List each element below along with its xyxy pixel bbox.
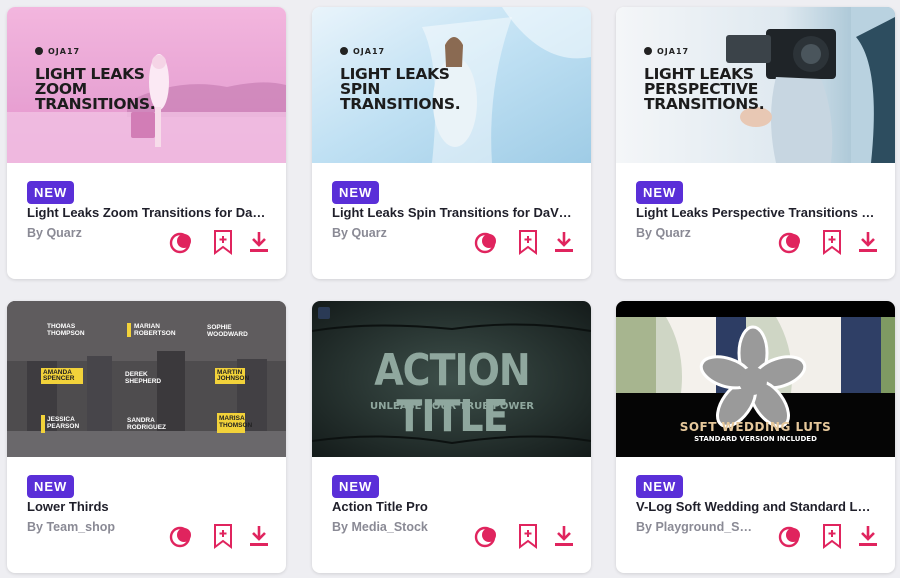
new-badge: NEW — [332, 181, 380, 204]
card-title[interactable]: Lower Thirds — [27, 499, 267, 515]
download-icon[interactable] — [551, 229, 577, 255]
bookmark-add-icon[interactable] — [819, 523, 845, 549]
card-title[interactable]: Light Leaks Spin Transitions for DaVinci… — [332, 205, 572, 221]
preview-toggle-icon[interactable] — [169, 523, 195, 549]
bookmark-add-icon[interactable] — [515, 523, 541, 549]
overlay-title-line: TRANSITIONS. — [644, 95, 765, 113]
lower-third-name: AMANDA SPENCER — [43, 369, 75, 382]
card-author[interactable]: By Media_Stock — [332, 519, 452, 535]
card-title[interactable]: V-Log Soft Wedding and Standard LUTs — [636, 499, 876, 515]
bookmark-add-icon[interactable] — [210, 229, 236, 255]
overlay-logo: OJA17 — [340, 47, 385, 56]
card-title[interactable]: Action Title Pro — [332, 499, 572, 515]
card-thumbnail[interactable]: OJA17 LIGHT LEAKS PERSPECTIVE TRANSITION… — [616, 7, 895, 163]
preview-toggle-icon[interactable] — [778, 229, 804, 255]
download-icon[interactable] — [246, 523, 272, 549]
card-author[interactable]: By Quarz — [332, 225, 452, 241]
card-author[interactable]: By Playground_Studio — [636, 519, 756, 535]
card-author[interactable]: By Quarz — [27, 225, 147, 241]
loading-spinner-icon — [701, 323, 811, 435]
overlay-title-line: TRANSITIONS. — [340, 95, 461, 113]
preview-toggle-icon[interactable] — [778, 523, 804, 549]
new-badge: NEW — [636, 475, 684, 498]
overlay-title-line: TRANSITIONS. — [35, 95, 156, 113]
lower-third-name: DEREK SHEPHERD — [125, 371, 162, 385]
card-title[interactable]: Light Leaks Zoom Transitions for DaVinci… — [27, 205, 267, 221]
card-author[interactable]: By Quarz — [636, 225, 756, 241]
lower-third-name: THOMAS THOMPSON — [47, 323, 85, 337]
overlay-title: ACTION TITLE — [374, 344, 530, 442]
bookmark-add-icon[interactable] — [515, 229, 541, 255]
card-thumbnail[interactable]: OJA17 LIGHT LEAKS SPIN TRANSITIONS. — [312, 7, 591, 163]
lower-third-name: MARIAN ROBERTSON — [134, 323, 176, 337]
card-thumbnail[interactable]: SOFT WEDDING LUTS STANDARD VERSION INCLU… — [616, 301, 895, 457]
template-card[interactable]: OJA17 LIGHT LEAKS PERSPECTIVE TRANSITION… — [616, 7, 895, 279]
new-badge: NEW — [332, 475, 380, 498]
download-icon[interactable] — [855, 229, 881, 255]
template-card[interactable]: ACTION TITLE UNLEASE YOUR TRUE POWER NEW… — [312, 301, 591, 573]
overlay-logo: OJA17 — [644, 47, 689, 56]
download-icon[interactable] — [855, 523, 881, 549]
lower-third-name: JESSICA PEARSON — [47, 416, 80, 430]
lower-third-name: MARISA THOMSON — [219, 415, 253, 429]
overlay-subtitle: UNLEASE YOUR TRUE POWER — [370, 401, 534, 412]
card-thumbnail[interactable]: THOMAS THOMPSON MARIAN ROBERTSON SOPHIE … — [7, 301, 286, 457]
lower-third-name: MARTIN JOHNSON — [217, 369, 250, 382]
new-badge: NEW — [27, 181, 75, 204]
overlay-logo: OJA17 — [35, 47, 80, 56]
download-icon[interactable] — [246, 229, 272, 255]
card-thumbnail[interactable]: OJA17 LIGHT LEAKS ZOOM TRANSITIONS. — [7, 7, 286, 163]
preview-toggle-icon[interactable] — [474, 229, 500, 255]
preview-toggle-icon[interactable] — [169, 229, 195, 255]
template-card[interactable]: THOMAS THOMPSON MARIAN ROBERTSON SOPHIE … — [7, 301, 286, 573]
card-author[interactable]: By Team_shop — [27, 519, 147, 535]
template-card[interactable]: SOFT WEDDING LUTS STANDARD VERSION INCLU… — [616, 301, 895, 573]
bookmark-add-icon[interactable] — [210, 523, 236, 549]
preview-toggle-icon[interactable] — [474, 523, 500, 549]
bookmark-add-icon[interactable] — [819, 229, 845, 255]
new-badge: NEW — [27, 475, 75, 498]
template-card[interactable]: OJA17 LIGHT LEAKS SPIN TRANSITIONS. NEW … — [312, 7, 591, 279]
download-icon[interactable] — [551, 523, 577, 549]
new-badge: NEW — [636, 181, 684, 204]
lower-third-name: SANDRA RODRIGUEZ — [127, 417, 166, 431]
template-card[interactable]: OJA17 LIGHT LEAKS ZOOM TRANSITIONS. NEW … — [7, 7, 286, 279]
card-title[interactable]: Light Leaks Perspective Transitions for … — [636, 205, 876, 221]
overlay-subtitle: STANDARD VERSION INCLUDED — [694, 435, 817, 443]
card-thumbnail[interactable]: ACTION TITLE UNLEASE YOUR TRUE POWER — [312, 301, 591, 457]
lower-third-name: SOPHIE WOODWARD — [207, 324, 248, 338]
